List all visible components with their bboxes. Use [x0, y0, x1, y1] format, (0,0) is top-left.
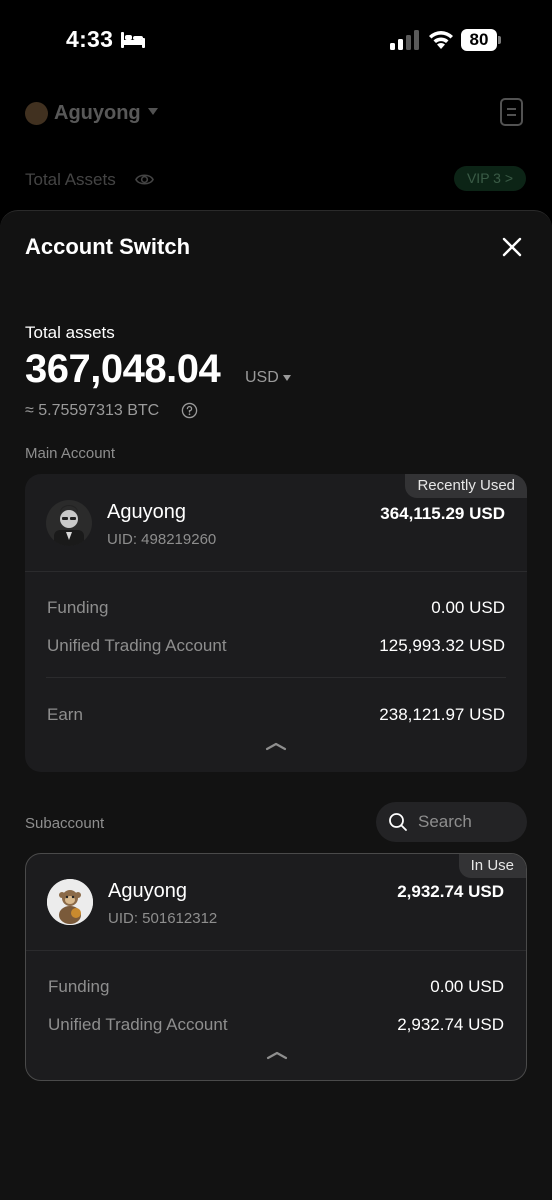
document-icon: [500, 98, 523, 126]
avatar: [47, 879, 93, 925]
main-account-uid: UID: 498219260: [107, 531, 217, 548]
main-account-amount: 364,115.29 USD: [380, 504, 505, 523]
avatar: [46, 500, 92, 546]
funding-value: 0.00 USD: [431, 598, 505, 617]
subaccount-name: Aguyong: [108, 880, 187, 902]
currency-selector[interactable]: USD: [245, 369, 291, 387]
battery-indicator: 80: [461, 29, 501, 51]
wifi-icon: [429, 31, 453, 49]
subaccount-amount: 2,932.74 USD: [397, 882, 504, 901]
bed-icon: [121, 32, 145, 48]
chevron-up-icon[interactable]: [265, 740, 287, 752]
subaccount-search[interactable]: [376, 802, 527, 842]
account-switch-sheet: Account Switch Total assets 367,048.04 U…: [0, 210, 552, 1200]
divider: [26, 950, 526, 951]
main-account-card[interactable]: Recently Used Aguyong UID: 498219260 364…: [25, 474, 527, 772]
unified-trading-value: 2,932.74 USD: [397, 1015, 504, 1034]
currency-label: USD: [245, 369, 279, 386]
subaccount-uid: UID: 501612312: [108, 910, 218, 927]
unified-trading-label: Unified Trading Account: [47, 636, 227, 655]
background-account-name: Aguyong: [54, 102, 141, 124]
total-assets-label: Total assets: [25, 323, 115, 342]
in-use-badge: In Use: [458, 854, 526, 878]
earn-value: 238,121.97 USD: [379, 705, 505, 724]
unified-trading-value: 125,993.32 USD: [379, 636, 505, 655]
background-total-assets-label: Total Assets: [25, 170, 116, 189]
battery-tip: [498, 36, 501, 44]
funding-label: Funding: [47, 598, 109, 617]
chevron-down-icon: [148, 108, 158, 115]
divider: [46, 677, 506, 678]
status-bar: 4:33 80: [0, 0, 552, 80]
subaccount-label: Subaccount: [25, 815, 105, 832]
signal-icon: [390, 30, 419, 50]
recently-used-badge: Recently Used: [405, 474, 527, 498]
funding-label: Funding: [48, 977, 110, 996]
earn-label: Earn: [47, 705, 83, 724]
funding-value: 0.00 USD: [430, 977, 504, 996]
status-time: 4:33: [66, 26, 114, 52]
total-assets-value: 367,048.04: [25, 347, 221, 391]
search-input[interactable]: [418, 802, 518, 842]
close-icon[interactable]: [500, 235, 524, 259]
help-icon[interactable]: [181, 402, 198, 419]
background-header: Aguyong Total Assets VIP 3 >: [0, 90, 552, 220]
subaccount-card[interactable]: In Use Aguyong UID: 501612312 2,932.74 U…: [25, 853, 527, 1081]
search-icon: [389, 813, 407, 831]
main-account-label: Main Account: [25, 445, 116, 462]
battery-level: 80: [461, 29, 497, 51]
background-avatar: [25, 102, 48, 125]
main-account-name: Aguyong: [107, 501, 186, 523]
caret-down-icon: [282, 375, 291, 381]
sheet-title: Account Switch: [25, 234, 191, 259]
chevron-up-icon[interactable]: [266, 1049, 288, 1061]
unified-trading-label: Unified Trading Account: [48, 1015, 228, 1034]
eye-icon: [135, 174, 154, 185]
divider: [25, 571, 527, 572]
vip-badge: VIP 3 >: [454, 166, 526, 191]
btc-equivalent: ≈ 5.75597313 BTC: [25, 402, 160, 419]
